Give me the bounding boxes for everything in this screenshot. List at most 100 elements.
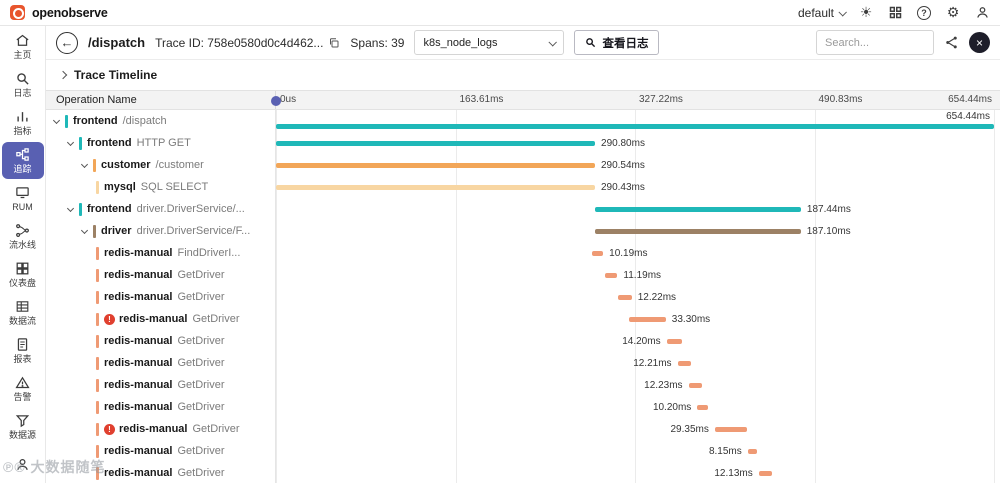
main-content: ← /dispatch Trace ID: 758e0580d0c4d462..… xyxy=(46,26,1000,483)
span-bar-area: 654.44ms xyxy=(276,110,994,132)
chevron-down-icon[interactable] xyxy=(80,160,89,168)
stream-select[interactable]: k8s_node_logs xyxy=(414,30,565,55)
span-operation-cell[interactable]: redis-manual FindDriverI... xyxy=(46,242,276,264)
span-duration-bar[interactable] xyxy=(595,229,801,234)
span-duration-bar[interactable] xyxy=(629,317,666,322)
operation-name: HTTP GET xyxy=(136,137,191,149)
span-operation-cell[interactable]: mysql SQL SELECT xyxy=(46,176,276,198)
operation-name: GetDriver xyxy=(177,269,225,281)
sidebar-item-pipelines[interactable]: 流水线 xyxy=(2,218,44,255)
monitor-icon xyxy=(15,185,30,200)
service-name: customer xyxy=(101,159,151,171)
span-duration-bar[interactable] xyxy=(697,405,709,410)
close-button[interactable]: × xyxy=(969,32,990,53)
traces-icon xyxy=(15,147,30,162)
span-operation-cell[interactable]: redis-manual GetDriver xyxy=(46,330,276,352)
service-name: redis-manual xyxy=(104,335,173,347)
span-operation-cell[interactable]: redis-manual GetDriver xyxy=(46,374,276,396)
span-duration-bar[interactable] xyxy=(605,273,618,278)
copy-icon[interactable] xyxy=(328,37,340,49)
operation-name: SQL SELECT xyxy=(140,181,209,193)
column-resize-handle[interactable] xyxy=(271,96,281,106)
span-operation-cell[interactable]: redis-manual GetDriver xyxy=(46,264,276,286)
trace-span-row: ! redis-manual GetDriver 29.35ms xyxy=(46,418,1000,440)
span-operation-cell[interactable]: redis-manual GetDriver xyxy=(46,440,276,462)
span-duration-bar[interactable] xyxy=(595,207,801,212)
span-operation-cell[interactable]: redis-manual GetDriver xyxy=(46,396,276,418)
chevron-down-icon xyxy=(838,7,847,17)
search-input[interactable] xyxy=(816,30,934,55)
sidebar-item-logs[interactable]: 日志 xyxy=(2,66,44,103)
sidebar-item-metrics[interactable]: 指标 xyxy=(2,104,44,141)
span-duration-bar[interactable] xyxy=(758,471,773,476)
span-operation-cell[interactable]: driver driver.DriverService/F... xyxy=(46,220,276,242)
trace-timeline-section[interactable]: Trace Timeline xyxy=(46,60,1000,90)
sidebar-item-label: RUM xyxy=(12,202,33,213)
span-duration-bar[interactable] xyxy=(618,295,632,300)
span-duration-bar[interactable] xyxy=(677,361,691,366)
trace-span-row: ! redis-manual GetDriver 33.30ms xyxy=(46,308,1000,330)
sidebar-item-home[interactable]: 主页 xyxy=(2,29,44,66)
span-operation-cell[interactable]: redis-manual GetDriver xyxy=(46,286,276,308)
span-operation-cell[interactable]: redis-manual GetDriver xyxy=(46,462,276,483)
operation-name: GetDriver xyxy=(177,467,225,479)
sidebar-item-datasources[interactable]: 数据源 xyxy=(2,408,44,445)
help-icon[interactable]: ? xyxy=(916,5,932,21)
span-duration-bar[interactable] xyxy=(747,449,757,454)
sidebar-item-reports[interactable]: 报表 xyxy=(2,332,44,369)
org-selector[interactable]: default xyxy=(798,6,847,20)
duration-label: 10.19ms xyxy=(609,248,648,259)
span-operation-cell[interactable]: ! redis-manual GetDriver xyxy=(46,308,276,330)
back-button[interactable]: ← xyxy=(56,31,78,54)
sidebar-item-dashboards[interactable]: 仪表盘 xyxy=(2,256,44,293)
span-operation-cell[interactable]: redis-manual GetDriver xyxy=(46,352,276,374)
top-bar: openobserve default ☀ ? ⚙ xyxy=(0,0,1000,26)
service-color-strip xyxy=(96,356,99,370)
span-duration-bar[interactable] xyxy=(688,383,702,388)
trace-header: ← /dispatch Trace ID: 758e0580d0c4d462..… xyxy=(46,26,1000,60)
view-logs-button[interactable]: 查看日志 xyxy=(574,30,660,55)
service-color-strip xyxy=(96,180,99,194)
axis-tick-label: 490.83ms xyxy=(818,94,863,105)
chevron-down-icon[interactable] xyxy=(52,116,61,124)
span-operation-cell[interactable]: frontend HTTP GET xyxy=(46,132,276,154)
duration-label: 12.21ms xyxy=(633,358,672,369)
sidebar-item-alerts[interactable]: 告警 xyxy=(2,370,44,407)
operation-name: /customer xyxy=(155,159,204,171)
account-icon[interactable] xyxy=(974,5,990,21)
sidebar-item-label: 流水线 xyxy=(8,240,36,251)
span-bar-area: 8.15ms xyxy=(276,440,994,462)
span-operation-cell[interactable]: frontend/dispatch xyxy=(46,110,276,132)
service-color-strip xyxy=(93,224,96,238)
sidebar-item-iam[interactable] xyxy=(2,446,44,483)
span-operation-cell[interactable]: ! redis-manual GetDriver xyxy=(46,418,276,440)
chevron-down-icon[interactable] xyxy=(66,204,75,212)
span-duration-bar[interactable] xyxy=(591,251,604,256)
span-rows: frontend/dispatch 654.44ms frontend HTTP GE… xyxy=(46,110,1000,483)
sidebar-item-label: 日志 xyxy=(13,88,32,99)
sidebar-item-rum[interactable]: RUM xyxy=(2,180,44,217)
span-duration-bar[interactable] xyxy=(714,427,748,432)
span-duration-bar[interactable] xyxy=(276,185,595,190)
span-operation-cell[interactable]: customer/customer xyxy=(46,154,276,176)
sidebar-item-traces[interactable]: 追踪 xyxy=(1,142,44,180)
span-duration-bar[interactable] xyxy=(666,339,683,344)
share-icon[interactable] xyxy=(944,35,959,50)
operation-name: GetDriver xyxy=(192,313,240,325)
apps-icon[interactable] xyxy=(887,5,903,21)
chevron-down-icon[interactable] xyxy=(80,226,89,234)
span-bar-area: 187.44ms xyxy=(276,198,994,220)
sidebar-item-label: 指标 xyxy=(13,126,32,137)
theme-icon[interactable]: ☀ xyxy=(858,4,874,21)
span-duration-bar[interactable] xyxy=(276,124,994,129)
operation-name: GetDriver xyxy=(192,423,240,435)
span-duration-bar[interactable] xyxy=(276,163,595,168)
span-duration-bar[interactable] xyxy=(276,141,596,146)
operation-name: driver.DriverService/F... xyxy=(136,225,251,237)
spans-count: Spans: 39 xyxy=(350,35,405,50)
chevron-down-icon[interactable] xyxy=(66,138,75,146)
service-name: redis-manual xyxy=(104,445,173,457)
sidebar-item-streams[interactable]: 数据流 xyxy=(2,294,44,331)
settings-icon[interactable]: ⚙ xyxy=(945,4,961,21)
span-operation-cell[interactable]: frontend driver.DriverService/... xyxy=(46,198,276,220)
